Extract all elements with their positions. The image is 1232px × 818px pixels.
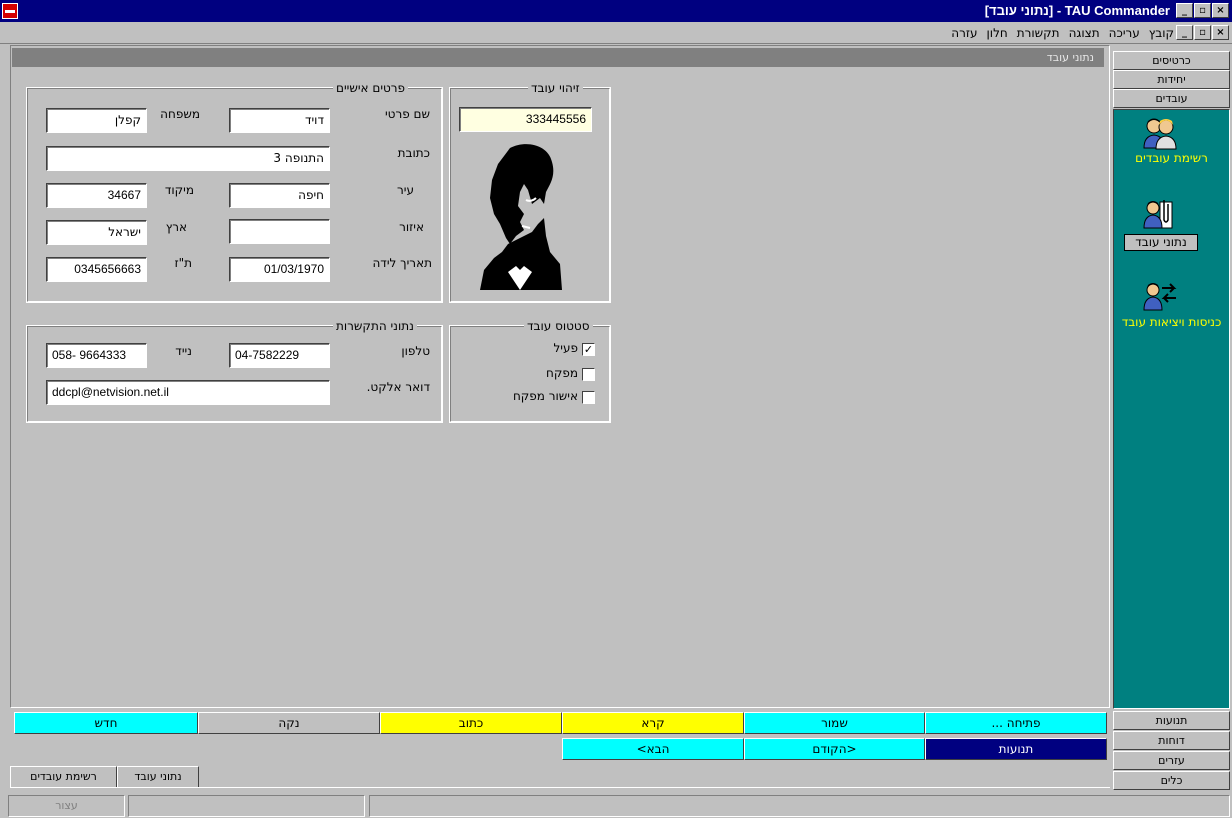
write-button[interactable]: כתוב [380, 712, 562, 734]
menu-window[interactable]: חלון [987, 26, 1008, 40]
mdi-minimize-button[interactable]: _ [1176, 25, 1193, 40]
region-label: איזור [399, 220, 424, 234]
menu-view[interactable]: תצוגה [1069, 26, 1100, 40]
employees-list-icon[interactable] [1142, 116, 1178, 150]
open-button[interactable]: פתיחה ... [925, 712, 1107, 734]
inspector-label: מפקח [546, 366, 578, 380]
new-button[interactable]: חדש [14, 712, 198, 734]
employee-status-title: סטטוס עובד [524, 319, 593, 333]
first-name-label: שם פרטי [384, 107, 430, 121]
menu-file[interactable]: קובץ [1149, 26, 1174, 40]
personal-details-title: פרטים אישיים [333, 81, 409, 95]
close-button[interactable]: × [1212, 3, 1229, 18]
phone-label: טלפון [401, 344, 430, 358]
id-number-field[interactable]: 0345656663 [46, 257, 147, 282]
menu-communication[interactable]: תקשורת [1017, 26, 1060, 40]
inspector-approval-label: אישור מפקח [512, 389, 578, 403]
employee-details-icon[interactable] [1142, 196, 1178, 230]
employee-id-field[interactable]: 333445556 [459, 107, 592, 132]
mdi-close-button[interactable]: × [1212, 25, 1229, 40]
system-menu-icon[interactable] [2, 3, 18, 19]
clear-button[interactable]: נקה [198, 712, 380, 734]
mdi-restore-button[interactable]: ▫ [1194, 25, 1211, 40]
save-button[interactable]: שמור [744, 712, 925, 734]
last-name-field[interactable]: קפלן [46, 108, 147, 133]
contact-details-group [26, 325, 443, 423]
next-button[interactable]: הבא> [562, 738, 744, 760]
tab-employee-list[interactable]: רשימת עובדים [10, 766, 117, 788]
id-number-label: ת"ז [174, 256, 192, 270]
country-label: ארץ [165, 220, 187, 234]
address-label: כתובת [397, 146, 430, 160]
sidebar-utilities-button[interactable]: כלים [1113, 771, 1230, 790]
menu-edit[interactable]: עריכה [1109, 26, 1140, 40]
sidebar-item-employee-in-out[interactable]: כניסות ויציאות עובד [1114, 316, 1229, 329]
menu-items: קובץ עריכה תצוגה תקשורת חלון עזרה [951, 26, 1174, 40]
minimize-button[interactable]: _ [1176, 3, 1193, 18]
active-label: פעיל [553, 341, 578, 355]
previous-button[interactable]: <הקודם [744, 738, 925, 760]
birth-date-field[interactable]: 01/03/1970 [229, 257, 330, 282]
sidebar-employees-button[interactable]: עובדים [1113, 89, 1230, 108]
address-field[interactable]: התנופה 3 [46, 146, 330, 171]
menu-bar: ▣ קובץ עריכה תצוגה תקשורת חלון עזרה _ ▫ … [0, 22, 1232, 63]
sidebar-units-button[interactable]: יחידות [1113, 70, 1230, 89]
email-field[interactable]: ddcpl@netvision.net.il [46, 380, 330, 405]
tab-baseline [10, 787, 1110, 788]
status-cell-stop: עצור [8, 795, 125, 817]
employee-in-out-icon[interactable] [1142, 278, 1178, 312]
contact-details-title: נתוני התקשרות [333, 319, 417, 333]
tab-employee-details[interactable]: נתוני עובד [117, 766, 199, 788]
birth-date-label: תאריך לידה [372, 256, 432, 270]
mobile-label: נייד [175, 344, 192, 358]
inspector-approval-checkbox[interactable] [582, 391, 595, 404]
maximize-button[interactable]: ▫ [1194, 3, 1211, 18]
movements-button[interactable]: תנועות [925, 738, 1107, 760]
zip-field[interactable]: 34667 [46, 183, 147, 208]
sidebar-reports-button[interactable]: דוחות [1113, 731, 1230, 750]
sidebar-tools-button[interactable]: עזרים [1113, 751, 1230, 770]
status-cell-2 [128, 795, 365, 817]
read-button[interactable]: קרא [562, 712, 744, 734]
form-header: נתוני עובד [12, 48, 1104, 67]
first-name-field[interactable]: דויד [229, 108, 330, 133]
sidebar-item-employee-details[interactable]: נתוני עובד [1124, 234, 1198, 251]
title-bar: TAU Commander - [נתוני עובד] _ ▫ × [0, 0, 1232, 22]
city-field[interactable]: חיפה [229, 183, 330, 208]
employee-identity-title: זיהוי עובד [528, 81, 583, 95]
sidebar-cards-button[interactable]: כרטיסים [1113, 51, 1230, 70]
mobile-field[interactable]: 058- 9664333 [46, 343, 147, 368]
window-title: TAU Commander - [נתוני עובד] [984, 3, 1170, 18]
email-label: דואר אלקט. [366, 380, 430, 394]
inspector-checkbox[interactable] [582, 368, 595, 381]
zip-label: מיקוד [164, 183, 194, 197]
last-name-label: משפחה [160, 107, 200, 121]
employee-photo [480, 140, 562, 290]
city-label: עיר [397, 183, 414, 197]
active-checkbox[interactable]: ✓ [582, 343, 595, 356]
sidebar-movements-button[interactable]: תנועות [1113, 711, 1230, 730]
menu-help[interactable]: עזרה [951, 26, 977, 40]
region-field[interactable] [229, 219, 330, 244]
status-cell-3 [369, 795, 1230, 817]
sidebar-item-employees-list[interactable]: רשימת עובדים [1114, 152, 1229, 165]
country-field[interactable]: ישראל [46, 220, 147, 245]
phone-field[interactable]: 04-7582229 [229, 343, 330, 368]
